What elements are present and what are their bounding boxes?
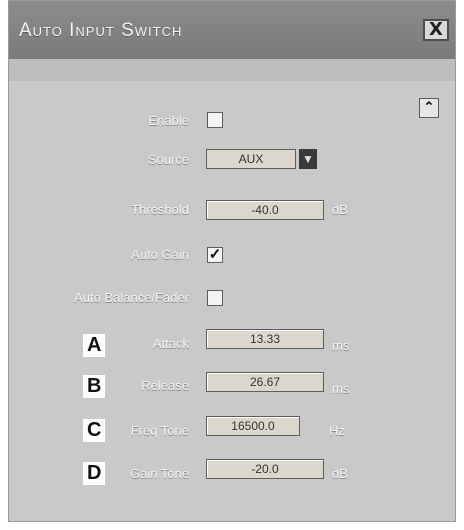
- marker-a: A: [83, 334, 106, 357]
- auto-input-switch-window: Auto Input Switch X Enable ⌃ Source AUX …: [8, 0, 456, 522]
- source-select[interactable]: AUX: [206, 149, 296, 169]
- marker-b: B: [83, 375, 106, 398]
- gain-tone-unit: dB: [332, 466, 348, 481]
- release-label: Release: [141, 378, 189, 393]
- threshold-field[interactable]: -40.0: [206, 200, 324, 220]
- attack-unit: ms: [332, 338, 350, 353]
- attack-label: Attack: [152, 336, 189, 351]
- close-icon: X: [429, 19, 443, 40]
- double-chevron-up-icon: ⌃: [423, 99, 435, 114]
- release-field[interactable]: 26.67: [206, 372, 324, 392]
- header-divider: [9, 59, 455, 81]
- close-button[interactable]: X: [423, 19, 449, 41]
- threshold-label: Threshold: [131, 202, 189, 217]
- marker-d: D: [83, 462, 106, 485]
- titlebar: Auto Input Switch X: [9, 1, 455, 60]
- attack-field[interactable]: 13.33: [206, 329, 324, 349]
- threshold-unit: dB: [332, 202, 348, 217]
- freq-tone-field[interactable]: 16500.0: [206, 416, 300, 436]
- freq-tone-label: Freq Tone: [130, 423, 189, 438]
- gain-tone-field[interactable]: -20.0: [206, 459, 324, 479]
- window-title: Auto Input Switch: [19, 20, 183, 41]
- auto-balance-label: Auto Balance/Fader: [74, 290, 189, 305]
- source-label: Source: [147, 152, 189, 167]
- auto-gain-label: Auto Gain: [131, 247, 189, 262]
- checkmark-icon: ✓: [208, 246, 222, 263]
- auto-gain-checkbox[interactable]: ✓: [207, 247, 223, 263]
- auto-balance-checkbox[interactable]: [207, 290, 223, 306]
- gain-tone-label: Gain Tone: [129, 466, 189, 481]
- release-unit: ms: [332, 381, 350, 396]
- enable-checkbox[interactable]: [207, 112, 223, 128]
- triangle-down-icon: ▼: [302, 152, 314, 166]
- freq-tone-unit: Hz: [329, 423, 345, 438]
- marker-c: C: [83, 419, 106, 442]
- enable-label: Enable: [148, 113, 189, 128]
- source-dropdown-button[interactable]: ▼: [299, 149, 317, 169]
- collapse-button[interactable]: ⌃: [419, 98, 439, 118]
